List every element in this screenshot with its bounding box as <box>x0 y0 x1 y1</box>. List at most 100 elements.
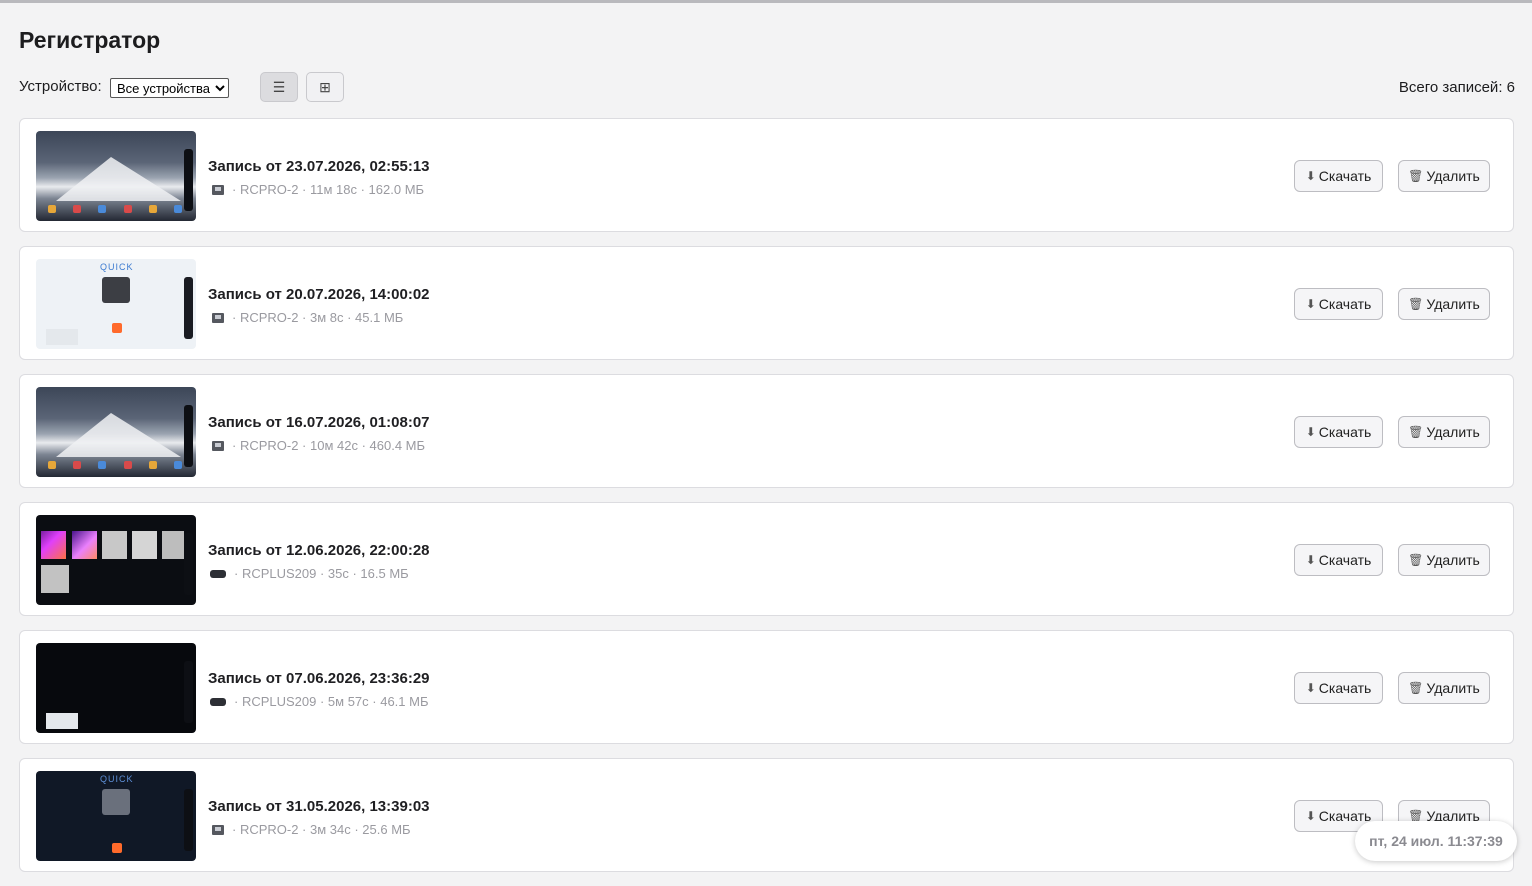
thumbnail-sidebar <box>184 405 193 467</box>
record-meta-text: · RCPLUS209 · 35с · 16.5 МБ <box>234 566 409 581</box>
download-icon: ⬇ <box>1305 425 1316 439</box>
record-thumbnail[interactable] <box>36 643 196 733</box>
thumbnail-sidebar <box>184 149 193 211</box>
record-thumbnail[interactable]: QUICK <box>36 259 196 349</box>
trash-icon: 🗑 <box>1408 169 1424 183</box>
thumbnail-brand: QUICK <box>100 262 134 272</box>
grid-view-button[interactable]: ⊞ <box>306 72 344 102</box>
record-title: Запись от 31.05.2026, 13:39:03 <box>208 798 430 815</box>
thumbnail-sidebar <box>184 533 193 595</box>
grid-icon: ⊞ <box>319 78 331 95</box>
record-thumbnail[interactable]: QUICK <box>36 771 196 861</box>
tablet-icon <box>212 824 224 835</box>
download-button[interactable]: ⬇ Скачать <box>1294 672 1383 704</box>
download-button[interactable]: ⬇ Скачать <box>1294 416 1383 448</box>
tablet-icon <box>212 312 224 323</box>
tablet-icon <box>212 184 224 195</box>
download-label: Скачать <box>1318 552 1372 568</box>
record-card: Запись от 23.07.2026, 02:55:13 · RCPRO-2… <box>19 118 1514 232</box>
thumbnail-tile <box>46 713 78 729</box>
clock-widget: пт, 24 июл. 11:37:39 <box>1355 821 1517 861</box>
thumbnail-orange-button <box>112 843 122 853</box>
records-total: Всего записей: 6 <box>1398 79 1515 96</box>
delete-label: Удалить <box>1426 296 1480 312</box>
delete-button[interactable]: 🗑 Удалить <box>1398 288 1490 320</box>
record-title: Запись от 07.06.2026, 23:36:29 <box>208 670 430 687</box>
thumbnail-tile <box>162 531 184 559</box>
delete-label: Удалить <box>1426 168 1480 184</box>
page-title: Регистратор <box>19 27 161 53</box>
download-icon: ⬇ <box>1305 681 1316 695</box>
device-filter-label: Устройство: <box>19 78 102 95</box>
download-label: Скачать <box>1318 296 1372 312</box>
thumbnail-tile <box>41 531 66 559</box>
record-meta: · RCPRO-2 · 3м 34с · 25.6 МБ <box>208 822 411 837</box>
delete-label: Удалить <box>1426 552 1480 568</box>
thumbnail-sidebar <box>184 789 193 851</box>
download-button[interactable]: ⬇ Скачать <box>1294 544 1383 576</box>
thumbnail-tile <box>132 531 157 559</box>
download-label: Скачать <box>1318 808 1372 824</box>
thumbnail-sidebar <box>184 661 193 723</box>
trash-icon: 🗑 <box>1408 297 1424 311</box>
top-border <box>0 0 1532 3</box>
record-card: Запись от 16.07.2026, 01:08:07 · RCPRO-2… <box>19 374 1514 488</box>
download-icon: ⬇ <box>1305 297 1316 311</box>
thumbnail-orange-button <box>112 323 122 333</box>
record-meta-text: · RCPRO-2 · 10м 42с · 460.4 МБ <box>232 438 426 453</box>
thumbnail-tile <box>102 531 127 559</box>
list-icon: ☰ <box>272 78 286 95</box>
record-title: Запись от 20.07.2026, 14:00:02 <box>208 286 430 303</box>
record-meta-text: · RCPLUS209 · 5м 57с · 46.1 МБ <box>234 694 429 709</box>
record-card: Запись от 07.06.2026, 23:36:29 · RCPLUS2… <box>19 630 1514 744</box>
download-label: Скачать <box>1318 168 1372 184</box>
delete-button[interactable]: 🗑 Удалить <box>1398 672 1490 704</box>
trash-icon: 🗑 <box>1408 681 1424 695</box>
thumbnail-tile <box>41 565 69 593</box>
record-title: Запись от 16.07.2026, 01:08:07 <box>208 414 430 431</box>
thumbnail-tile <box>46 329 78 345</box>
thumbnail-remote-image <box>102 277 130 303</box>
handheld-icon <box>210 569 226 578</box>
record-thumbnail[interactable] <box>36 131 196 221</box>
thumbnail-dock <box>48 205 182 217</box>
delete-button[interactable]: 🗑 Удалить <box>1398 416 1490 448</box>
tablet-icon <box>212 440 224 451</box>
list-view-button[interactable]: ☰ <box>260 72 298 102</box>
delete-label: Удалить <box>1426 680 1480 696</box>
record-thumbnail[interactable] <box>36 515 196 605</box>
toolbar: Устройство: Все устройства ☰ ⊞ Всего зап… <box>19 72 1515 102</box>
thumbnail-tile <box>72 531 97 559</box>
delete-button[interactable]: 🗑 Удалить <box>1398 160 1490 192</box>
record-meta: · RCPRO-2 · 3м 8с · 45.1 МБ <box>208 310 403 325</box>
download-label: Скачать <box>1318 424 1372 440</box>
download-icon: ⬇ <box>1305 809 1316 823</box>
download-button[interactable]: ⬇ Скачать <box>1294 160 1383 192</box>
record-card: QUICK Запись от 31.05.2026, 13:39:03 · R… <box>19 758 1514 872</box>
thumbnail-sidebar <box>184 277 193 339</box>
device-filter-select[interactable]: Все устройства <box>110 78 229 98</box>
record-meta-text: · RCPRO-2 · 11м 18с · 162.0 МБ <box>232 182 425 197</box>
delete-button[interactable]: 🗑 Удалить <box>1398 544 1490 576</box>
record-meta-text: · RCPRO-2 · 3м 34с · 25.6 МБ <box>232 822 411 837</box>
record-meta: · RCPRO-2 · 10м 42с · 460.4 МБ <box>208 438 425 453</box>
record-card: QUICK Запись от 20.07.2026, 14:00:02 · R… <box>19 246 1514 360</box>
record-title: Запись от 23.07.2026, 02:55:13 <box>208 158 430 175</box>
trash-icon: 🗑 <box>1408 553 1424 567</box>
download-icon: ⬇ <box>1305 553 1316 567</box>
record-meta: · RCPLUS209 · 35с · 16.5 МБ <box>208 566 409 581</box>
thumbnail-brand: QUICK <box>100 774 134 784</box>
record-meta: · RCPRO-2 · 11м 18с · 162.0 МБ <box>208 182 424 197</box>
record-title: Запись от 12.06.2026, 22:00:28 <box>208 542 430 559</box>
record-meta: · RCPLUS209 · 5м 57с · 46.1 МБ <box>208 694 429 709</box>
handheld-icon <box>210 697 226 706</box>
trash-icon: 🗑 <box>1408 425 1424 439</box>
thumbnail-remote-image <box>102 789 130 815</box>
records-list: Запись от 23.07.2026, 02:55:13 · RCPRO-2… <box>19 118 1514 886</box>
record-thumbnail[interactable] <box>36 387 196 477</box>
record-card: Запись от 12.06.2026, 22:00:28 · RCPLUS2… <box>19 502 1514 616</box>
download-icon: ⬇ <box>1305 169 1316 183</box>
download-button[interactable]: ⬇ Скачать <box>1294 288 1383 320</box>
record-meta-text: · RCPRO-2 · 3м 8с · 45.1 МБ <box>232 310 404 325</box>
thumbnail-dock <box>48 461 182 473</box>
